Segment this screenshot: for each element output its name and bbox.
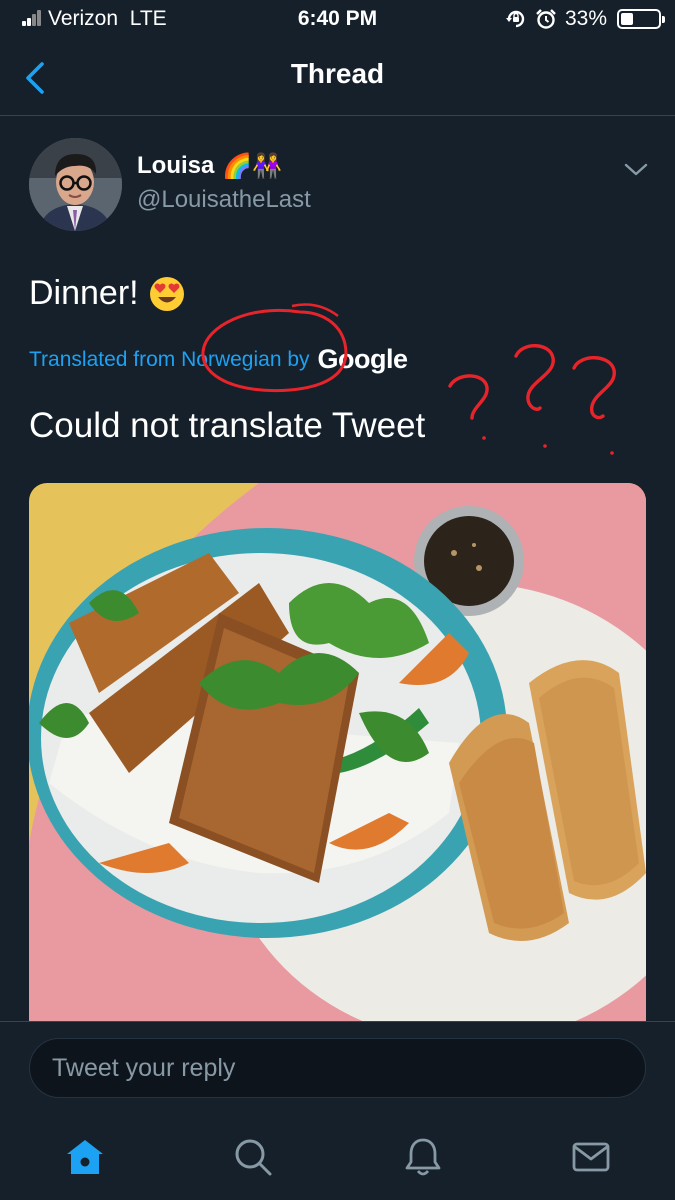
avatar[interactable] xyxy=(29,138,122,231)
tab-messages[interactable] xyxy=(567,1133,615,1181)
tweet-photo[interactable] xyxy=(29,483,646,1021)
battery-icon xyxy=(617,9,665,29)
dinner-photo xyxy=(29,483,646,1021)
status-bar: Verizon LTE 6:40 PM 33% xyxy=(0,0,675,38)
rotation-lock-icon xyxy=(505,10,525,28)
battery-percent: 33% xyxy=(564,7,607,30)
google-logo: Google xyxy=(317,344,409,374)
translation-attribution: Translated from Norwegian by Google xyxy=(29,344,408,375)
tweet-text: Dinner! xyxy=(29,274,185,313)
alarm-icon xyxy=(536,9,556,29)
tweet: Louisa 🌈👭 @LouisatheLast Dinner! Transla… xyxy=(0,116,675,1021)
messages-icon xyxy=(572,1142,610,1172)
home-icon xyxy=(67,1140,103,1174)
reply-bar xyxy=(0,1021,675,1115)
chevron-down-icon xyxy=(624,163,648,176)
heart-eyes-emoji xyxy=(149,276,184,311)
search-icon xyxy=(235,1139,272,1176)
tweet-options-button[interactable] xyxy=(621,160,651,180)
page-title: Thread xyxy=(290,58,385,89)
translation-text: Could not translate Tweet xyxy=(29,406,426,445)
user-handle[interactable]: @LouisatheLast xyxy=(137,186,311,214)
translated-prefix: Translated from xyxy=(29,347,182,371)
tab-bar xyxy=(0,1115,675,1200)
tab-home[interactable] xyxy=(61,1133,109,1181)
avatar-image xyxy=(29,138,122,231)
translated-language-link[interactable]: Norwegian xyxy=(181,348,281,372)
status-indicators: 33% xyxy=(505,7,665,31)
display-name[interactable]: Louisa 🌈👭 xyxy=(137,152,282,180)
tab-search[interactable] xyxy=(229,1133,277,1181)
tweet-text-content: Dinner! xyxy=(29,274,139,312)
name-emojis: 🌈👭 xyxy=(222,152,283,180)
display-name-text: Louisa xyxy=(137,152,215,179)
translated-by: by xyxy=(281,347,310,371)
notifications-icon xyxy=(405,1138,441,1176)
reply-input[interactable] xyxy=(29,1038,646,1098)
nav-bar: Thread xyxy=(0,38,675,116)
tab-notifications[interactable] xyxy=(399,1133,447,1181)
